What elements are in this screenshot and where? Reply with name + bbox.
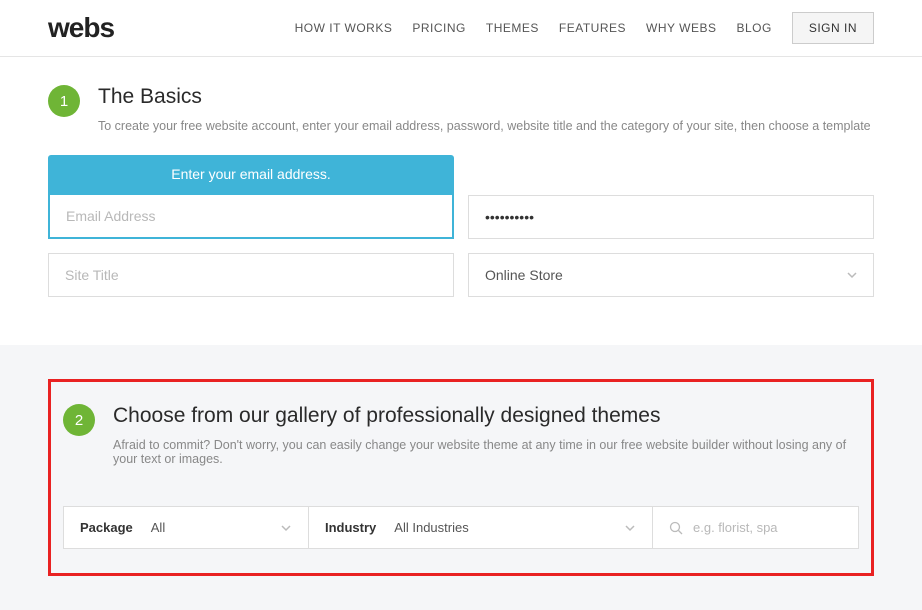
- header: webs HOW IT WORKS PRICING THEMES FEATURE…: [0, 0, 922, 57]
- email-field[interactable]: [48, 193, 454, 239]
- package-value: All: [151, 520, 280, 535]
- nav: HOW IT WORKS PRICING THEMES FEATURES WHY…: [295, 12, 874, 44]
- industry-value: All Industries: [394, 520, 624, 535]
- title-field-wrap: [48, 253, 454, 297]
- nav-themes[interactable]: THEMES: [486, 21, 539, 35]
- step1-number: 1: [48, 85, 80, 117]
- step2-section: 2 Choose from our gallery of professiona…: [0, 345, 922, 610]
- theme-filter-bar: Package All Industry All Industries: [63, 506, 859, 549]
- package-label: Package: [80, 520, 133, 535]
- password-field[interactable]: [468, 195, 874, 239]
- password-field-wrap: [468, 155, 874, 239]
- step1-desc: To create your free website account, ent…: [98, 119, 871, 133]
- step2-header: 2 Choose from our gallery of professiona…: [51, 404, 871, 466]
- chevron-down-icon: [280, 522, 292, 534]
- highlight-box: 2 Choose from our gallery of professiona…: [48, 379, 874, 576]
- industry-label: Industry: [325, 520, 376, 535]
- step1-header: 1 The Basics To create your free website…: [48, 85, 874, 133]
- step2-number: 2: [63, 404, 95, 436]
- site-title-field[interactable]: [48, 253, 454, 297]
- logo[interactable]: webs: [48, 12, 114, 44]
- signin-button[interactable]: SIGN IN: [792, 12, 874, 44]
- nav-blog[interactable]: BLOG: [736, 21, 771, 35]
- package-filter[interactable]: Package All: [64, 507, 309, 548]
- chevron-down-icon: [624, 522, 636, 534]
- nav-how-it-works[interactable]: HOW IT WORKS: [295, 21, 393, 35]
- nav-pricing[interactable]: PRICING: [412, 21, 466, 35]
- category-select[interactable]: Online Store: [468, 253, 874, 297]
- step1-section: 1 The Basics To create your free website…: [0, 57, 922, 345]
- category-select-wrap[interactable]: Online Store: [468, 253, 874, 297]
- step2-desc: Afraid to commit? Don't worry, you can e…: [113, 438, 859, 466]
- step2-title: Choose from our gallery of professionall…: [113, 404, 859, 428]
- nav-features[interactable]: FEATURES: [559, 21, 626, 35]
- search-icon: [669, 521, 683, 535]
- email-tooltip: Enter your email address.: [48, 155, 454, 193]
- step1-title: The Basics: [98, 85, 871, 109]
- nav-why-webs[interactable]: WHY WEBS: [646, 21, 716, 35]
- signup-form: Enter your email address. Online Store: [48, 155, 874, 297]
- email-field-wrap: Enter your email address.: [48, 155, 454, 239]
- theme-search-wrap: [653, 507, 858, 548]
- theme-search-input[interactable]: [693, 520, 842, 535]
- industry-filter[interactable]: Industry All Industries: [309, 507, 653, 548]
